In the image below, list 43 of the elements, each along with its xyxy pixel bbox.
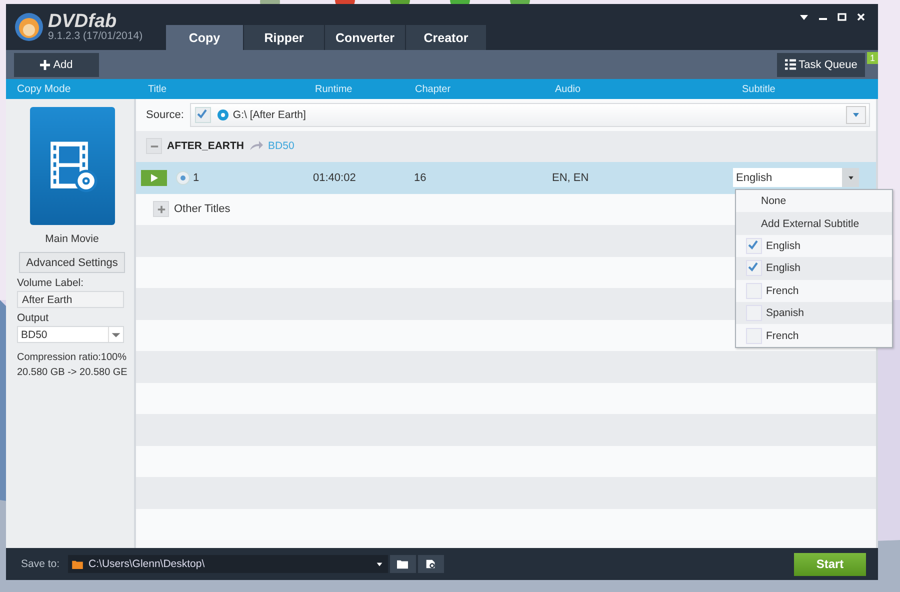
save-path-field[interactable]: C:\Users\Glenn\Desktop\: [68, 555, 388, 573]
volume-label-field[interactable]: After Earth: [17, 291, 124, 308]
source-label: Source:: [146, 108, 184, 121]
target-format: BD50: [268, 140, 294, 152]
menu-item[interactable]: English: [736, 234, 892, 258]
column-header: Subtitle: [742, 84, 776, 94]
menu-item[interactable]: English: [736, 257, 892, 280]
runtime: 01:40:02: [313, 172, 356, 184]
column-header: Chapter: [415, 84, 451, 94]
menu-item[interactable]: Spanish: [736, 302, 892, 324]
output-label: Output: [17, 312, 50, 324]
save-to-label: Save to:: [21, 558, 60, 570]
tab[interactable]: Creator: [406, 25, 486, 50]
audio-tracks: EN, EN: [552, 172, 589, 184]
add-button[interactable]: Add: [14, 52, 99, 76]
column-header: Copy Mode: [17, 83, 71, 95]
column-header: Audio: [555, 84, 581, 94]
app-version: 9.1.2.3 (17/01/2014): [48, 31, 143, 42]
compression-ratio: Compression ratio:100%: [17, 352, 127, 363]
app-name: DVDfab: [48, 12, 117, 32]
size-info: 20.580 GB -> 20.580 GE: [17, 367, 127, 378]
subtitle-dropdown[interactable]: English: [733, 168, 859, 188]
column-header: Runtime: [315, 84, 352, 94]
menu-item[interactable]: French: [736, 280, 892, 302]
disc-name: AFTER_EARTH: [167, 140, 244, 152]
task-queue-button[interactable]: Task Queue: [777, 52, 865, 76]
chapter-count: 16: [414, 172, 426, 184]
title-number: 1: [193, 172, 200, 184]
output-dropdown[interactable]: BD50: [17, 326, 124, 343]
volume-label: Volume Label:: [17, 277, 85, 289]
mode-label: Main Movie: [45, 233, 99, 245]
tab[interactable]: Copy: [166, 25, 243, 50]
menu-item[interactable]: French: [736, 324, 892, 347]
count-badge: 1: [867, 52, 878, 64]
tab[interactable]: Ripper: [244, 25, 324, 50]
menu-item[interactable]: Add External Subtitle: [736, 212, 892, 235]
other-titles-label[interactable]: Other Titles: [174, 203, 230, 216]
tab[interactable]: Converter: [325, 25, 405, 50]
title-row[interactable]: 1 01:40:02 16 EN, EN English: [136, 162, 876, 194]
advanced-settings-button[interactable]: Advanced Settings: [19, 252, 125, 273]
column-header: Title: [148, 84, 167, 94]
source-field[interactable]: G:\ [After Earth]: [190, 102, 870, 127]
menu-item[interactable]: None: [736, 190, 892, 212]
